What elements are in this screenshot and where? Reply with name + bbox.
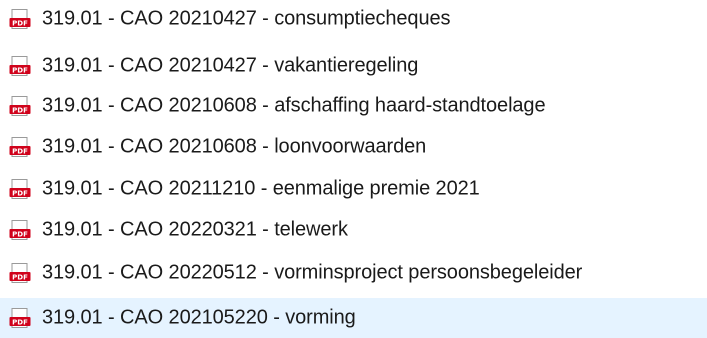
file-item[interactable]: PDF 319.01 - CAO 20210608 - afschaffing … <box>0 87 707 125</box>
file-list: PDF 319.01 - CAO 20210427 - consumptiech… <box>0 0 707 338</box>
file-item[interactable]: PDF 319.01 - CAO 20220512 - vorminsproje… <box>0 254 707 292</box>
file-name: 319.01 - CAO 20210608 - afschaffing haar… <box>42 94 546 117</box>
pdf-file-icon: PDF <box>9 308 31 328</box>
file-name: 319.01 - CAO 20210427 - consumptiecheque… <box>42 7 451 30</box>
file-item[interactable]: PDF 319.01 - CAO 20210427 - consumptiech… <box>0 0 707 38</box>
svg-text:PDF: PDF <box>12 147 28 155</box>
pdf-file-icon: PDF <box>9 9 31 29</box>
svg-text:PDF: PDF <box>12 19 28 27</box>
file-name: 319.01 - CAO 20220512 - vorminsproject p… <box>42 261 583 284</box>
svg-text:PDF: PDF <box>12 66 28 74</box>
file-item[interactable]: PDF 319.01 - CAO 20210427 - vakantierege… <box>0 47 707 85</box>
file-item-selected[interactable]: PDF 319.01 - CAO 202105220 - vorming <box>0 298 707 338</box>
file-name: 319.01 - CAO 20210608 - loonvoorwaarden <box>42 135 427 158</box>
file-item[interactable]: PDF 319.01 - CAO 20210608 - loonvoorwaar… <box>0 128 707 166</box>
file-item[interactable]: PDF 319.01 - CAO 20211210 - eenmalige pr… <box>0 170 707 208</box>
pdf-file-icon: PDF <box>9 137 31 157</box>
file-name: 319.01 - CAO 202105220 - vorming <box>42 306 356 329</box>
pdf-file-icon: PDF <box>9 179 31 199</box>
file-name: 319.01 - CAO 20220321 - telewerk <box>42 218 348 241</box>
file-name: 319.01 - CAO 20210427 - vakantieregeling <box>42 54 419 77</box>
svg-text:PDF: PDF <box>12 318 28 326</box>
pdf-file-icon: PDF <box>9 56 31 76</box>
file-name: 319.01 - CAO 20211210 - eenmalige premie… <box>42 177 480 200</box>
pdf-file-icon: PDF <box>9 96 31 116</box>
svg-text:PDF: PDF <box>12 189 28 197</box>
svg-text:PDF: PDF <box>12 106 28 114</box>
pdf-file-icon: PDF <box>9 263 31 283</box>
svg-text:PDF: PDF <box>12 273 28 281</box>
file-item[interactable]: PDF 319.01 - CAO 20220321 - telewerk <box>0 211 707 249</box>
svg-text:PDF: PDF <box>12 230 28 238</box>
pdf-file-icon: PDF <box>9 220 31 240</box>
